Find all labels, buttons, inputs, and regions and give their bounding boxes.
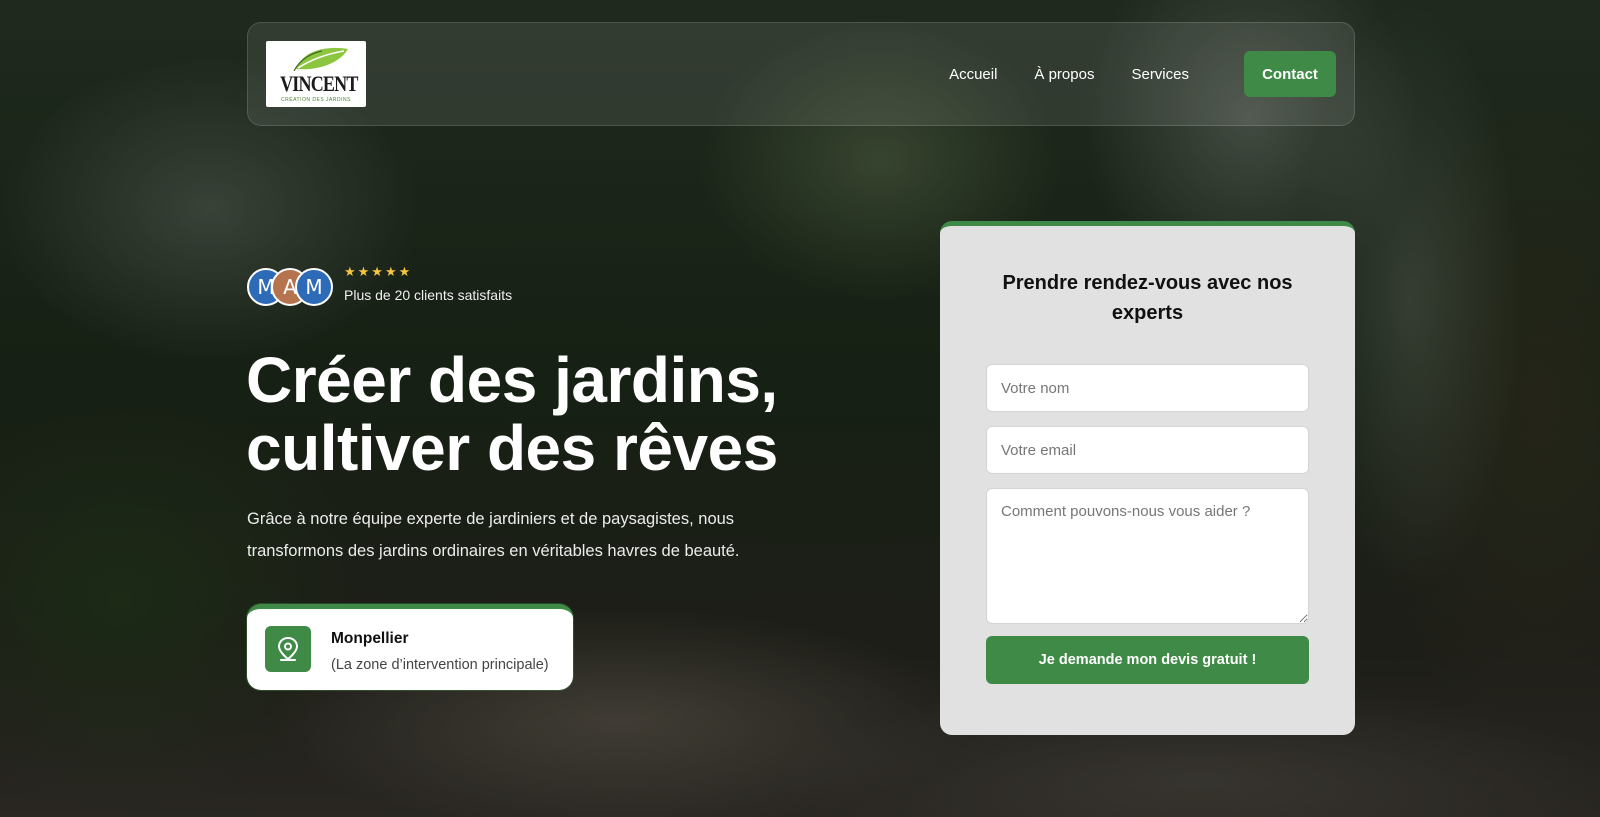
nav-link-a-propos[interactable]: À propos xyxy=(1034,66,1094,83)
logo-wordmark: VINCENT xyxy=(280,71,358,96)
nav-link-services[interactable]: Services xyxy=(1131,66,1189,83)
contact-button[interactable]: Contact xyxy=(1244,51,1336,97)
message-field[interactable] xyxy=(986,488,1309,624)
location-subtitle: (La zone d’intervention principale) xyxy=(331,657,549,673)
name-field[interactable] xyxy=(986,364,1309,412)
leaf-icon xyxy=(293,47,348,71)
logo-tagline: CRÉATION DES JARDINS xyxy=(281,97,351,103)
brand-logo[interactable]: VINCENT CRÉATION DES JARDINS xyxy=(266,41,366,107)
site-header: VINCENT CRÉATION DES JARDINS Accueil À p… xyxy=(247,22,1355,126)
hero-title: Créer des jardins, cultiver des rêves xyxy=(246,346,866,482)
client-avatars: M A M xyxy=(247,268,337,306)
nav-link-accueil[interactable]: Accueil xyxy=(949,66,997,83)
hero-title-line-1: Créer des jardins, xyxy=(246,344,778,416)
hero-title-line-2: cultiver des rêves xyxy=(246,412,778,484)
main-nav: Accueil À propos Services Contact xyxy=(949,51,1336,97)
avatar: M xyxy=(295,268,333,306)
map-pin-icon xyxy=(265,626,311,672)
hero-description: Grâce à notre équipe experte de jardinie… xyxy=(247,510,740,560)
satisfied-clients-text: Plus de 20 clients satisfaits xyxy=(344,287,513,303)
appointment-form: Prendre rendez-vous avec nos experts Je … xyxy=(940,221,1355,735)
form-title: Prendre rendez-vous avec nos experts xyxy=(1002,272,1293,324)
submit-quote-button[interactable]: Je demande mon devis gratuit ! xyxy=(986,636,1309,684)
location-card: Monpellier (La zone d’intervention princ… xyxy=(247,604,573,690)
email-field[interactable] xyxy=(986,426,1309,474)
location-city: Monpellier xyxy=(331,630,409,647)
rating-stars-icon: ★★★★★ xyxy=(344,264,413,279)
